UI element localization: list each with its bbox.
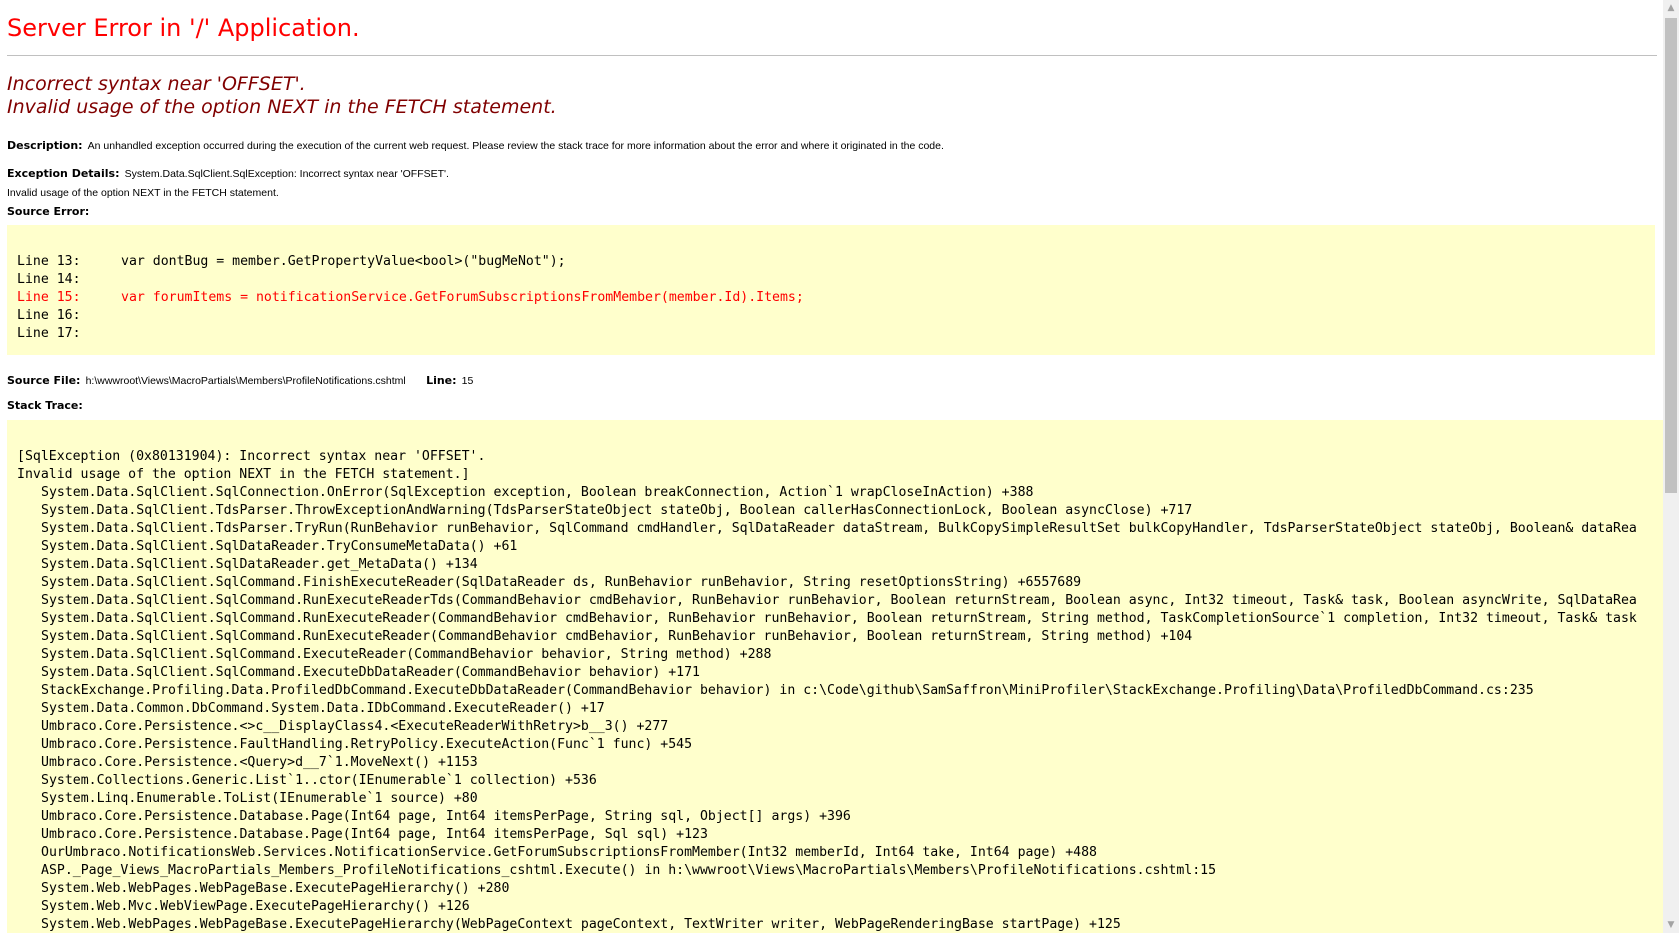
source-line: Line 16: (17, 307, 804, 325)
line-label: Line: (426, 374, 457, 387)
source-line-number: Line 15: (17, 290, 81, 305)
source-line-number: Line 13: (17, 254, 81, 269)
source-error-label: Source Error: (7, 205, 90, 218)
stack-trace-frame: System.Web.WebPages.WebPageBase.ExecuteP… (41, 917, 1121, 932)
stack-trace-frame: Umbraco.Core.Persistence.<Query>d__7`1.M… (41, 755, 478, 770)
source-line: Line 15: var forumItems = notificationSer… (17, 289, 804, 307)
line-number: 15 (461, 375, 474, 387)
exception-details-row: Exception Details: System.Data.SqlClient… (7, 162, 449, 200)
page-title: Server Error in '/' Application. (7, 14, 360, 42)
stack-trace-label: Stack Trace: (7, 399, 83, 412)
source-line: Line 13: var dontBug = member.GetProperty… (17, 253, 804, 271)
source-file-path: h:\wwwroot\Views\MacroPartials\Members\P… (85, 375, 406, 387)
error-page: Server Error in '/' Application. Incorre… (0, 0, 1663, 933)
description-row: Description: An unhandled exception occu… (7, 134, 944, 153)
scroll-down-arrow-icon[interactable]: ▼ (1663, 917, 1679, 933)
source-line-number: Line 14: (17, 272, 81, 287)
title-divider (7, 55, 1657, 56)
source-line-number: Line 17: (17, 326, 81, 341)
stack-trace-frame: System.Data.SqlClient.SqlCommand.RunExec… (41, 629, 1193, 644)
stack-trace-frame: System.Data.SqlClient.SqlCommand.FinishE… (41, 575, 1082, 590)
stack-trace-frame: System.Data.SqlClient.SqlConnection.OnEr… (41, 485, 1034, 500)
exception-details-text-2: Invalid usage of the option NEXT in the … (7, 187, 279, 199)
source-line-code: var dontBug = member.GetPropertyValue<bo… (121, 254, 566, 269)
source-file-row: Source File: h:\wwwroot\Views\MacroParti… (7, 369, 473, 388)
stack-trace-frame: System.Linq.Enumerable.ToList(IEnumerabl… (41, 791, 478, 806)
exception-details-label: Exception Details: (7, 167, 120, 180)
exception-details-text: System.Data.SqlClient.SqlException: Inco… (124, 168, 449, 180)
description-text: An unhandled exception occurred during t… (87, 140, 944, 152)
stack-trace-frame: OurUmbraco.NotificationsWeb.Services.Not… (41, 845, 1097, 860)
stack-trace-lines: [SqlException (0x80131904): Incorrect sy… (17, 448, 1637, 933)
stack-trace-frame: System.Data.Common.DbCommand.System.Data… (41, 701, 605, 716)
source-line-number: Line 16: (17, 308, 81, 323)
stack-trace-frame: System.Data.SqlClient.TdsParser.ThrowExc… (41, 503, 1193, 518)
source-error-label-row: Source Error: (7, 200, 89, 219)
stack-trace-frame: System.Data.SqlClient.SqlCommand.Execute… (41, 665, 700, 680)
vertical-scrollbar[interactable]: ▲ ▼ (1663, 0, 1679, 933)
stack-trace-header-line: [SqlException (0x80131904): Incorrect sy… (17, 449, 486, 464)
source-line: Line 17: (17, 325, 804, 343)
error-headline: Incorrect syntax near 'OFFSET'. Invalid … (7, 73, 557, 119)
source-file-label: Source File: (7, 374, 81, 387)
stack-trace-frame: System.Web.Mvc.WebViewPage.ExecutePageHi… (41, 899, 470, 914)
stack-trace-frame: Umbraco.Core.Persistence.Database.Page(I… (41, 809, 851, 824)
stack-trace-frame: Umbraco.Core.Persistence.Database.Page(I… (41, 827, 708, 842)
stack-trace-frame: System.Data.SqlClient.SqlDataReader.get_… (41, 557, 478, 572)
stack-trace-frame: Umbraco.Core.Persistence.FaultHandling.R… (41, 737, 693, 752)
stack-trace-frame: StackExchange.Profiling.Data.ProfiledDbC… (41, 683, 1534, 698)
error-headline-line-2: Invalid usage of the option NEXT in the … (7, 96, 557, 118)
stack-trace-frame: System.Data.SqlClient.SqlCommand.RunExec… (41, 593, 1637, 608)
stack-trace-frame: System.Collections.Generic.List`1..ctor(… (41, 773, 597, 788)
stack-trace-frame: System.Data.SqlClient.TdsParser.TryRun(R… (41, 521, 1637, 536)
stack-trace-header-line: Invalid usage of the option NEXT in the … (17, 467, 470, 482)
stack-trace-frame: System.Data.SqlClient.SqlDataReader.TryC… (41, 539, 518, 554)
stack-trace-label-row: Stack Trace: (7, 394, 83, 413)
source-line-code: var forumItems = notificationService.Get… (121, 290, 804, 305)
stack-trace-box: [SqlException (0x80131904): Incorrect sy… (7, 420, 1663, 933)
scrollbar-thumb[interactable] (1665, 18, 1677, 493)
stack-trace-frame: System.Web.WebPages.WebPageBase.ExecuteP… (41, 881, 510, 896)
source-lines: Line 13: var dontBug = member.GetProperty… (17, 253, 804, 343)
source-error-box: Line 13: var dontBug = member.GetProperty… (7, 225, 1655, 355)
scroll-up-arrow-icon[interactable]: ▲ (1663, 0, 1679, 16)
error-headline-line-1: Incorrect syntax near 'OFFSET'. (7, 73, 306, 95)
stack-trace-frame: ASP._Page_Views_MacroPartials_Members_Pr… (41, 863, 1217, 878)
stack-trace-frame: Umbraco.Core.Persistence.<>c__DisplayCla… (41, 719, 669, 734)
description-label: Description: (7, 139, 83, 152)
source-line: Line 14: (17, 271, 804, 289)
stack-trace-frame: System.Data.SqlClient.SqlCommand.RunExec… (41, 611, 1637, 626)
stack-trace-frame: System.Data.SqlClient.SqlCommand.Execute… (41, 647, 772, 662)
